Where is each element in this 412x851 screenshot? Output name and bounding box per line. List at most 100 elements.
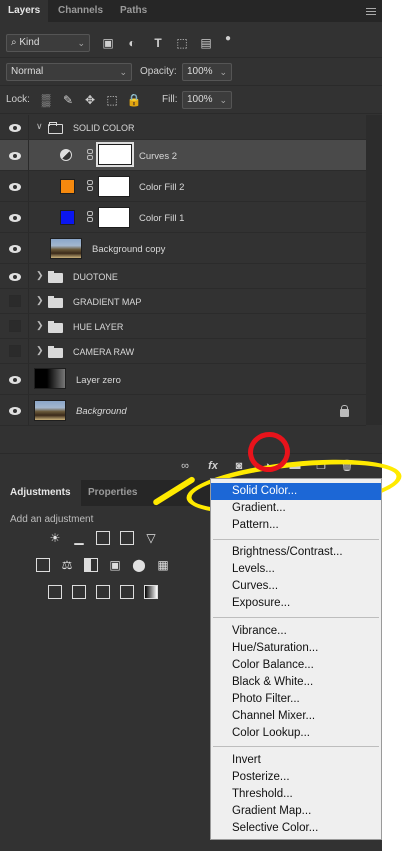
visibility-eye-icon[interactable] [8,375,22,385]
visibility-toggle[interactable] [9,295,21,307]
menu-item-solid-color[interactable]: Solid Color... [211,483,381,500]
layer-color-fill-1[interactable]: Color Fill 1 [0,202,366,233]
layers-scrollbar[interactable] [366,115,382,425]
link-icon[interactable]: ∞ [178,459,192,473]
blend-mode-select[interactable]: Normal ⌄ [6,63,132,81]
menu-item-selective-color[interactable]: Selective Color... [211,820,381,837]
menu-item-pattern[interactable]: Pattern... [211,517,381,534]
tab-channels[interactable]: Channels [50,0,111,22]
layer-mask-thumbnail[interactable] [98,176,130,197]
menu-item-posterize[interactable]: Posterize... [211,769,381,786]
threshold-icon[interactable] [96,585,110,599]
link-icon[interactable] [87,149,95,161]
layer-name: CAMERA RAW [73,347,135,357]
menu-item-channel-mixer[interactable]: Channel Mixer... [211,708,381,725]
curves-icon[interactable] [96,531,110,545]
exposure-icon[interactable] [120,531,134,545]
fx-icon[interactable]: fx [206,459,220,473]
layer-group-camera-raw[interactable]: ❯ CAMERA RAW [0,339,366,364]
chevron-right-icon[interactable]: ❯ [36,295,44,306]
visibility-eye-icon[interactable] [8,406,22,416]
visibility-eye-icon[interactable] [8,151,22,161]
lock-position-icon[interactable]: ✥ [82,91,98,109]
posterize-icon[interactable] [72,585,86,599]
visibility-toggle[interactable] [9,345,21,357]
color-balance-icon[interactable]: ⚖ [60,558,74,572]
layer-group-hue-layer[interactable]: ❯ HUE LAYER [0,314,366,339]
black-white-icon[interactable] [84,558,98,572]
invert-icon[interactable] [48,585,62,599]
tab-layers[interactable]: Layers [0,0,49,22]
layer-mask-thumbnail[interactable] [98,207,130,228]
filter-kind-select[interactable]: ⌕ Kind ⌄ [6,34,90,52]
tab-adjustments[interactable]: Adjustments [0,480,81,506]
visibility-eye-icon[interactable] [8,213,22,223]
menu-item-brightness-contrast[interactable]: Brightness/Contrast... [211,544,381,561]
visibility-eye-icon[interactable] [8,244,22,254]
color-fill-swatch[interactable] [60,210,75,225]
menu-item-vibrance[interactable]: Vibrance... [211,623,381,640]
smart-object-filter-icon[interactable]: ▤ [198,34,214,52]
levels-icon[interactable]: ▁ [72,531,86,545]
menu-item-color-balance[interactable]: Color Balance... [211,657,381,674]
opacity-field[interactable]: 100% ⌄ [182,63,232,81]
fill-field[interactable]: 100% ⌄ [182,91,232,109]
visibility-eye-icon[interactable] [8,272,22,282]
menu-item-color-lookup[interactable]: Color Lookup... [211,725,381,742]
layer-thumbnail[interactable] [34,368,66,389]
layer-zero[interactable]: Layer zero [0,364,366,395]
chevron-down-icon[interactable]: ∨ [36,121,43,132]
menu-item-levels[interactable]: Levels... [211,561,381,578]
lock-pixels-icon[interactable]: ✎ [60,91,76,109]
chevron-right-icon[interactable]: ❯ [36,345,44,356]
photo-filter-icon[interactable]: ▣ [108,558,122,572]
menu-item-exposure[interactable]: Exposure... [211,595,381,612]
selective-color-icon[interactable] [120,585,134,599]
filter-toggle-icon[interactable]: ● [220,30,236,48]
layer-thumbnail[interactable] [50,238,82,259]
visibility-eye-icon[interactable] [8,182,22,192]
folder-icon [48,296,63,308]
menu-item-black-white[interactable]: Black & White... [211,674,381,691]
layer-background[interactable]: Background [0,395,366,426]
tab-properties[interactable]: Properties [78,480,147,506]
menu-item-invert[interactable]: Invert [211,752,381,769]
lock-all-icon[interactable]: 🔒 [126,91,142,109]
layer-group-gradient-map[interactable]: ❯ GRADIENT MAP [0,289,366,314]
vibrance-icon[interactable] [36,558,50,572]
menu-item-threshold[interactable]: Threshold... [211,786,381,803]
brightness-icon[interactable]: ☀ [48,531,62,545]
layer-color-fill-2[interactable]: Color Fill 2 [0,171,366,202]
adjustment-filter-icon[interactable]: ◐ [124,34,140,52]
panel-menu-icon[interactable] [366,8,376,18]
layer-background-copy[interactable]: Background copy [0,233,366,264]
layer-group-solid-color[interactable]: ∨ SOLID COLOR [0,115,366,140]
lock-artboard-icon[interactable]: ⬚ [104,91,120,109]
gradient-triangle-icon[interactable]: ▽ [144,531,158,545]
link-icon[interactable] [87,180,95,192]
shape-filter-icon[interactable]: ⬚ [174,34,190,52]
menu-item-curves[interactable]: Curves... [211,578,381,595]
channel-mixer-icon[interactable]: ⬤ [132,558,146,572]
gradient-map-icon[interactable] [144,585,158,599]
color-lookup-icon[interactable]: ▦ [156,558,170,572]
layer-name: DUOTONE [73,272,118,282]
type-filter-icon[interactable]: T [150,34,166,52]
menu-item-hue-saturation[interactable]: Hue/Saturation... [211,640,381,657]
color-fill-swatch[interactable] [60,179,75,194]
menu-item-photo-filter[interactable]: Photo Filter... [211,691,381,708]
pixel-filter-icon[interactable]: ▣ [100,34,116,52]
visibility-toggle[interactable] [9,320,21,332]
chevron-right-icon[interactable]: ❯ [36,320,44,331]
layer-thumbnail[interactable] [34,400,66,421]
chevron-right-icon[interactable]: ❯ [36,270,44,281]
layer-curves-2[interactable]: Curves 2 [0,140,366,171]
link-icon[interactable] [87,211,95,223]
lock-transparency-icon[interactable]: ▒ [38,91,54,109]
layer-group-duotone[interactable]: ❯ DUOTONE [0,264,366,289]
menu-item-gradient-map[interactable]: Gradient Map... [211,803,381,820]
menu-item-gradient[interactable]: Gradient... [211,500,381,517]
layer-mask-thumbnail[interactable] [96,142,134,167]
tab-paths[interactable]: Paths [112,0,155,22]
visibility-eye-icon[interactable] [8,123,22,133]
